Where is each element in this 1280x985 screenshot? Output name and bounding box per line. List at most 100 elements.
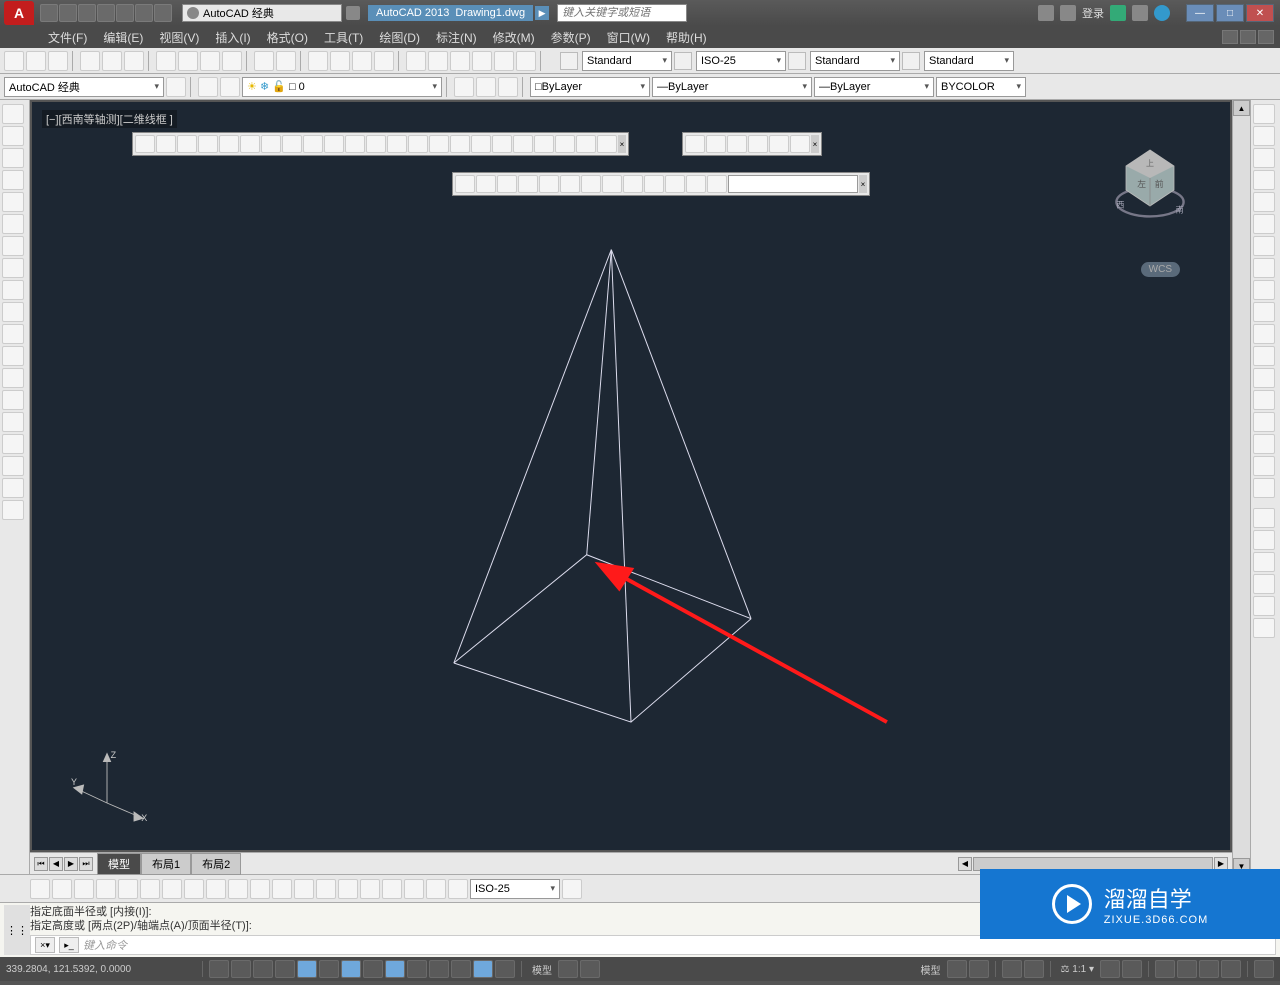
texttofront-icon[interactable] [1253, 618, 1275, 638]
chamfer-icon[interactable] [1253, 412, 1275, 432]
cleanscreen-icon[interactable] [1254, 960, 1274, 978]
markup-icon[interactable] [494, 51, 514, 71]
annoscale-label[interactable]: ⚖ 1:1 ▾ [1057, 964, 1098, 975]
arc-icon[interactable] [2, 192, 24, 212]
array-icon[interactable] [1253, 192, 1275, 212]
line-icon[interactable] [2, 104, 24, 124]
menu-dimension[interactable]: 标注(N) [428, 29, 485, 46]
toolbar-lock-icon[interactable] [1177, 960, 1197, 978]
dim-linear-icon[interactable] [30, 879, 50, 899]
command-handle-icon[interactable]: ⋮⋮ [4, 905, 30, 955]
ducs-icon[interactable] [363, 960, 383, 978]
minimize-button[interactable]: — [1186, 4, 1214, 22]
login-button[interactable]: 登录 [1082, 5, 1104, 21]
rotate-icon[interactable] [1253, 236, 1275, 256]
dim-ordinate-icon[interactable] [96, 879, 116, 899]
workspace-dropdown-icon[interactable] [346, 6, 360, 20]
zoom-prev-icon[interactable] [374, 51, 394, 71]
dim-continue-icon[interactable] [250, 879, 270, 899]
layer-combo[interactable]: ☀ ❄ 🔓 □ 0 [242, 77, 442, 97]
publish-icon[interactable] [124, 51, 144, 71]
space-label-right[interactable]: 模型 [917, 962, 945, 977]
tab-last-icon[interactable]: ⏭ [79, 857, 93, 871]
zoom-realtime-icon[interactable] [330, 51, 350, 71]
centermark-icon[interactable] [338, 879, 358, 899]
layer-prev-icon[interactable] [498, 77, 518, 97]
ellipse-arc-icon[interactable] [2, 302, 24, 322]
annovis-icon[interactable] [1100, 960, 1120, 978]
blend-icon[interactable] [1253, 456, 1275, 476]
region-icon[interactable] [2, 434, 24, 454]
am-icon[interactable] [495, 960, 515, 978]
app-logo[interactable]: A [4, 1, 34, 25]
menu-tools[interactable]: 工具(T) [316, 29, 371, 46]
tolerance-icon[interactable] [316, 879, 336, 899]
make-block-icon[interactable] [2, 346, 24, 366]
mirror-icon[interactable] [1253, 148, 1275, 168]
isolate-icon[interactable] [1221, 960, 1241, 978]
plotstyle-combo[interactable]: BYCOLOR [936, 77, 1026, 97]
save-icon[interactable] [48, 51, 68, 71]
sheetset-icon[interactable] [472, 51, 492, 71]
snap-icon[interactable] [209, 960, 229, 978]
break-point-icon[interactable] [1253, 346, 1275, 366]
qp-icon[interactable] [451, 960, 471, 978]
rectangle-icon[interactable] [2, 170, 24, 190]
qat-new-icon[interactable] [40, 4, 58, 22]
undo-icon[interactable] [254, 51, 274, 71]
quickview-drawings-icon[interactable] [1024, 960, 1044, 978]
dimedit-icon[interactable] [404, 879, 424, 899]
mleaderstyle-icon[interactable] [902, 52, 920, 70]
keepconnected-icon[interactable] [1132, 5, 1148, 21]
osnap-icon[interactable] [297, 960, 317, 978]
scale-icon[interactable] [1253, 258, 1275, 278]
mleaderstyle-combo[interactable]: Standard [924, 51, 1014, 71]
dim-aligned-icon[interactable] [52, 879, 72, 899]
dimtedit-icon[interactable] [426, 879, 446, 899]
explode-icon[interactable] [1253, 478, 1275, 498]
doc-close-button[interactable] [1258, 30, 1274, 44]
menu-param[interactable]: 参数(P) [543, 29, 599, 46]
modelspace-icon[interactable] [947, 960, 967, 978]
ortho-icon[interactable] [253, 960, 273, 978]
menu-edit[interactable]: 编辑(E) [95, 29, 151, 46]
menu-draw[interactable]: 绘图(D) [371, 29, 428, 46]
offset-icon[interactable] [1253, 170, 1275, 190]
move-icon[interactable] [1253, 214, 1275, 234]
erase-icon[interactable] [1253, 104, 1275, 124]
workspace-switch-icon[interactable] [1155, 960, 1175, 978]
drawing-canvas[interactable]: [−][西南等轴测][二维线框 ] [30, 100, 1232, 852]
tab-next-icon[interactable]: ▶ [64, 857, 78, 871]
maximize-button[interactable]: □ [1216, 4, 1244, 22]
hatchtofront-icon[interactable] [1253, 596, 1275, 616]
qat-save-icon[interactable] [78, 4, 96, 22]
tablestyle-icon[interactable] [788, 52, 806, 70]
linetype-combo[interactable]: — ByLayer [652, 77, 812, 97]
layer-states-icon[interactable] [220, 77, 240, 97]
doc-arrow-icon[interactable]: ▶ [535, 6, 549, 20]
polar-icon[interactable] [275, 960, 295, 978]
redo-icon[interactable] [276, 51, 296, 71]
coordinates-readout[interactable]: 339.2804, 121.5392, 0.0000 [6, 964, 196, 975]
workspace-settings-icon[interactable] [166, 77, 186, 97]
menu-help[interactable]: 帮助(H) [658, 29, 715, 46]
close-button[interactable]: ✕ [1246, 4, 1274, 22]
spline-icon[interactable] [2, 258, 24, 278]
draworder-back-icon[interactable] [1253, 530, 1275, 550]
qat-redo-icon[interactable] [154, 4, 172, 22]
hardware-accel-icon[interactable] [1199, 960, 1219, 978]
ellipse-icon[interactable] [2, 280, 24, 300]
dim-jogged-icon[interactable] [140, 879, 160, 899]
3dosnap-icon[interactable] [319, 960, 339, 978]
copy-icon[interactable] [178, 51, 198, 71]
lineweight-combo[interactable]: — ByLayer [814, 77, 934, 97]
zoom-window-icon[interactable] [352, 51, 372, 71]
dimstyle-combo[interactable]: ISO-25 [696, 51, 786, 71]
tab-layout2[interactable]: 布局2 [191, 853, 241, 875]
tab-layout1[interactable]: 布局1 [141, 853, 191, 875]
workspace-selector[interactable]: AutoCAD 经典 [182, 4, 342, 22]
textstyle-combo[interactable]: Standard [582, 51, 672, 71]
dim-quick-icon[interactable] [206, 879, 226, 899]
circle-icon[interactable] [2, 214, 24, 234]
layer-match-icon[interactable] [476, 77, 496, 97]
